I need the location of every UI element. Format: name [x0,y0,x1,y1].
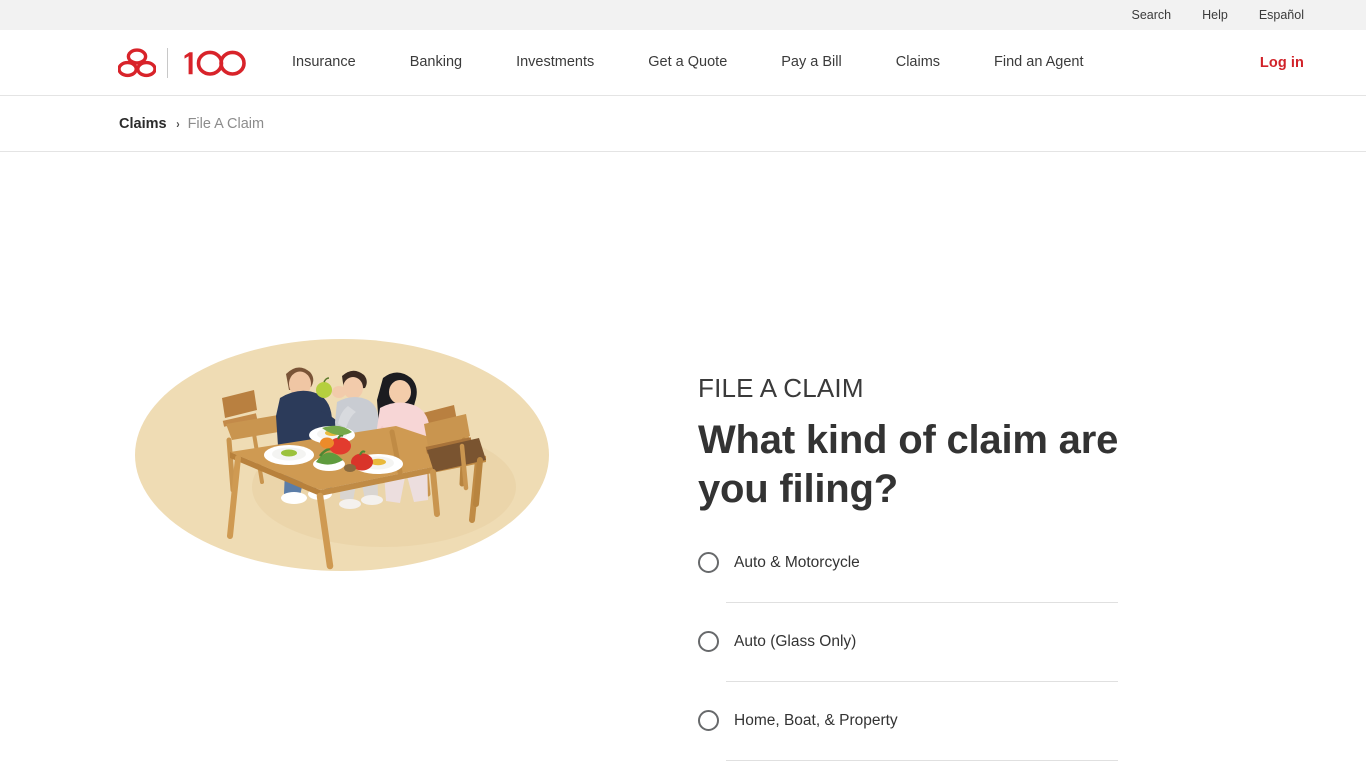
breadcrumb-current: File A Claim [187,115,265,132]
family-dining-table-illustration [135,339,549,571]
apple [316,382,332,398]
brand-divider [167,47,168,78]
option-divider [726,601,1118,603]
site-header: Insurance Banking Investments Get a Quot… [0,30,1366,96]
breadcrumb-item-claims[interactable]: Claims [119,116,167,132]
claim-form-column: FILE A CLAIM What kind of claim are you … [698,204,1366,768]
page-title: What kind of claim are you filing? [698,417,1119,511]
claim-option-auto-motorcycle[interactable]: Auto & Motorcycle [698,546,1118,580]
claim-type-radio-group: Auto & Motorcycle Auto (Glass Only) Home… [698,546,1118,768]
page-eyebrow: FILE A CLAIM [698,373,864,403]
utility-bar: Search Help Español [0,0,1366,30]
claim-option-auto-glass-only[interactable]: Auto (Glass Only) [698,625,1118,659]
radio-icon[interactable] [698,631,719,653]
utility-link-search[interactable]: Search [1131,9,1171,22]
state-farm-logo-icon [118,47,156,77]
illustration-column [0,204,698,592]
primary-navigation: Insurance Banking Investments Get a Quot… [292,55,1111,70]
nav-item-find-an-agent[interactable]: Find an Agent [967,55,1111,70]
centennial-100-icon [184,50,246,76]
page-content: FILE A CLAIM What kind of claim are you … [0,152,1366,768]
nav-item-banking[interactable]: Banking [383,55,489,70]
nav-item-pay-a-bill[interactable]: Pay a Bill [754,55,868,70]
claim-option-label: Auto (Glass Only) [734,632,857,650]
nav-item-insurance[interactable]: Insurance [292,55,383,70]
option-divider [726,759,1118,761]
login-button[interactable]: Log in [1260,55,1304,71]
chevron-right-icon: › [175,116,180,131]
utility-link-espanol[interactable]: Español [1259,9,1304,22]
claim-option-label: Home, Boat, & Property [734,711,898,729]
brand-lockup[interactable] [118,47,251,78]
claim-option-home-boat-property[interactable]: Home, Boat, & Property [698,704,1118,738]
nav-item-investments[interactable]: Investments [489,55,621,70]
utility-link-help[interactable]: Help [1202,9,1228,22]
nav-item-get-a-quote[interactable]: Get a Quote [621,55,754,70]
breadcrumb: Claims › File A Claim [0,96,1366,152]
radio-icon[interactable] [698,710,719,732]
claim-option-label: Auto & Motorcycle [734,553,860,571]
nav-item-claims[interactable]: Claims [869,55,967,70]
radio-icon[interactable] [698,552,719,574]
option-divider [726,680,1118,682]
